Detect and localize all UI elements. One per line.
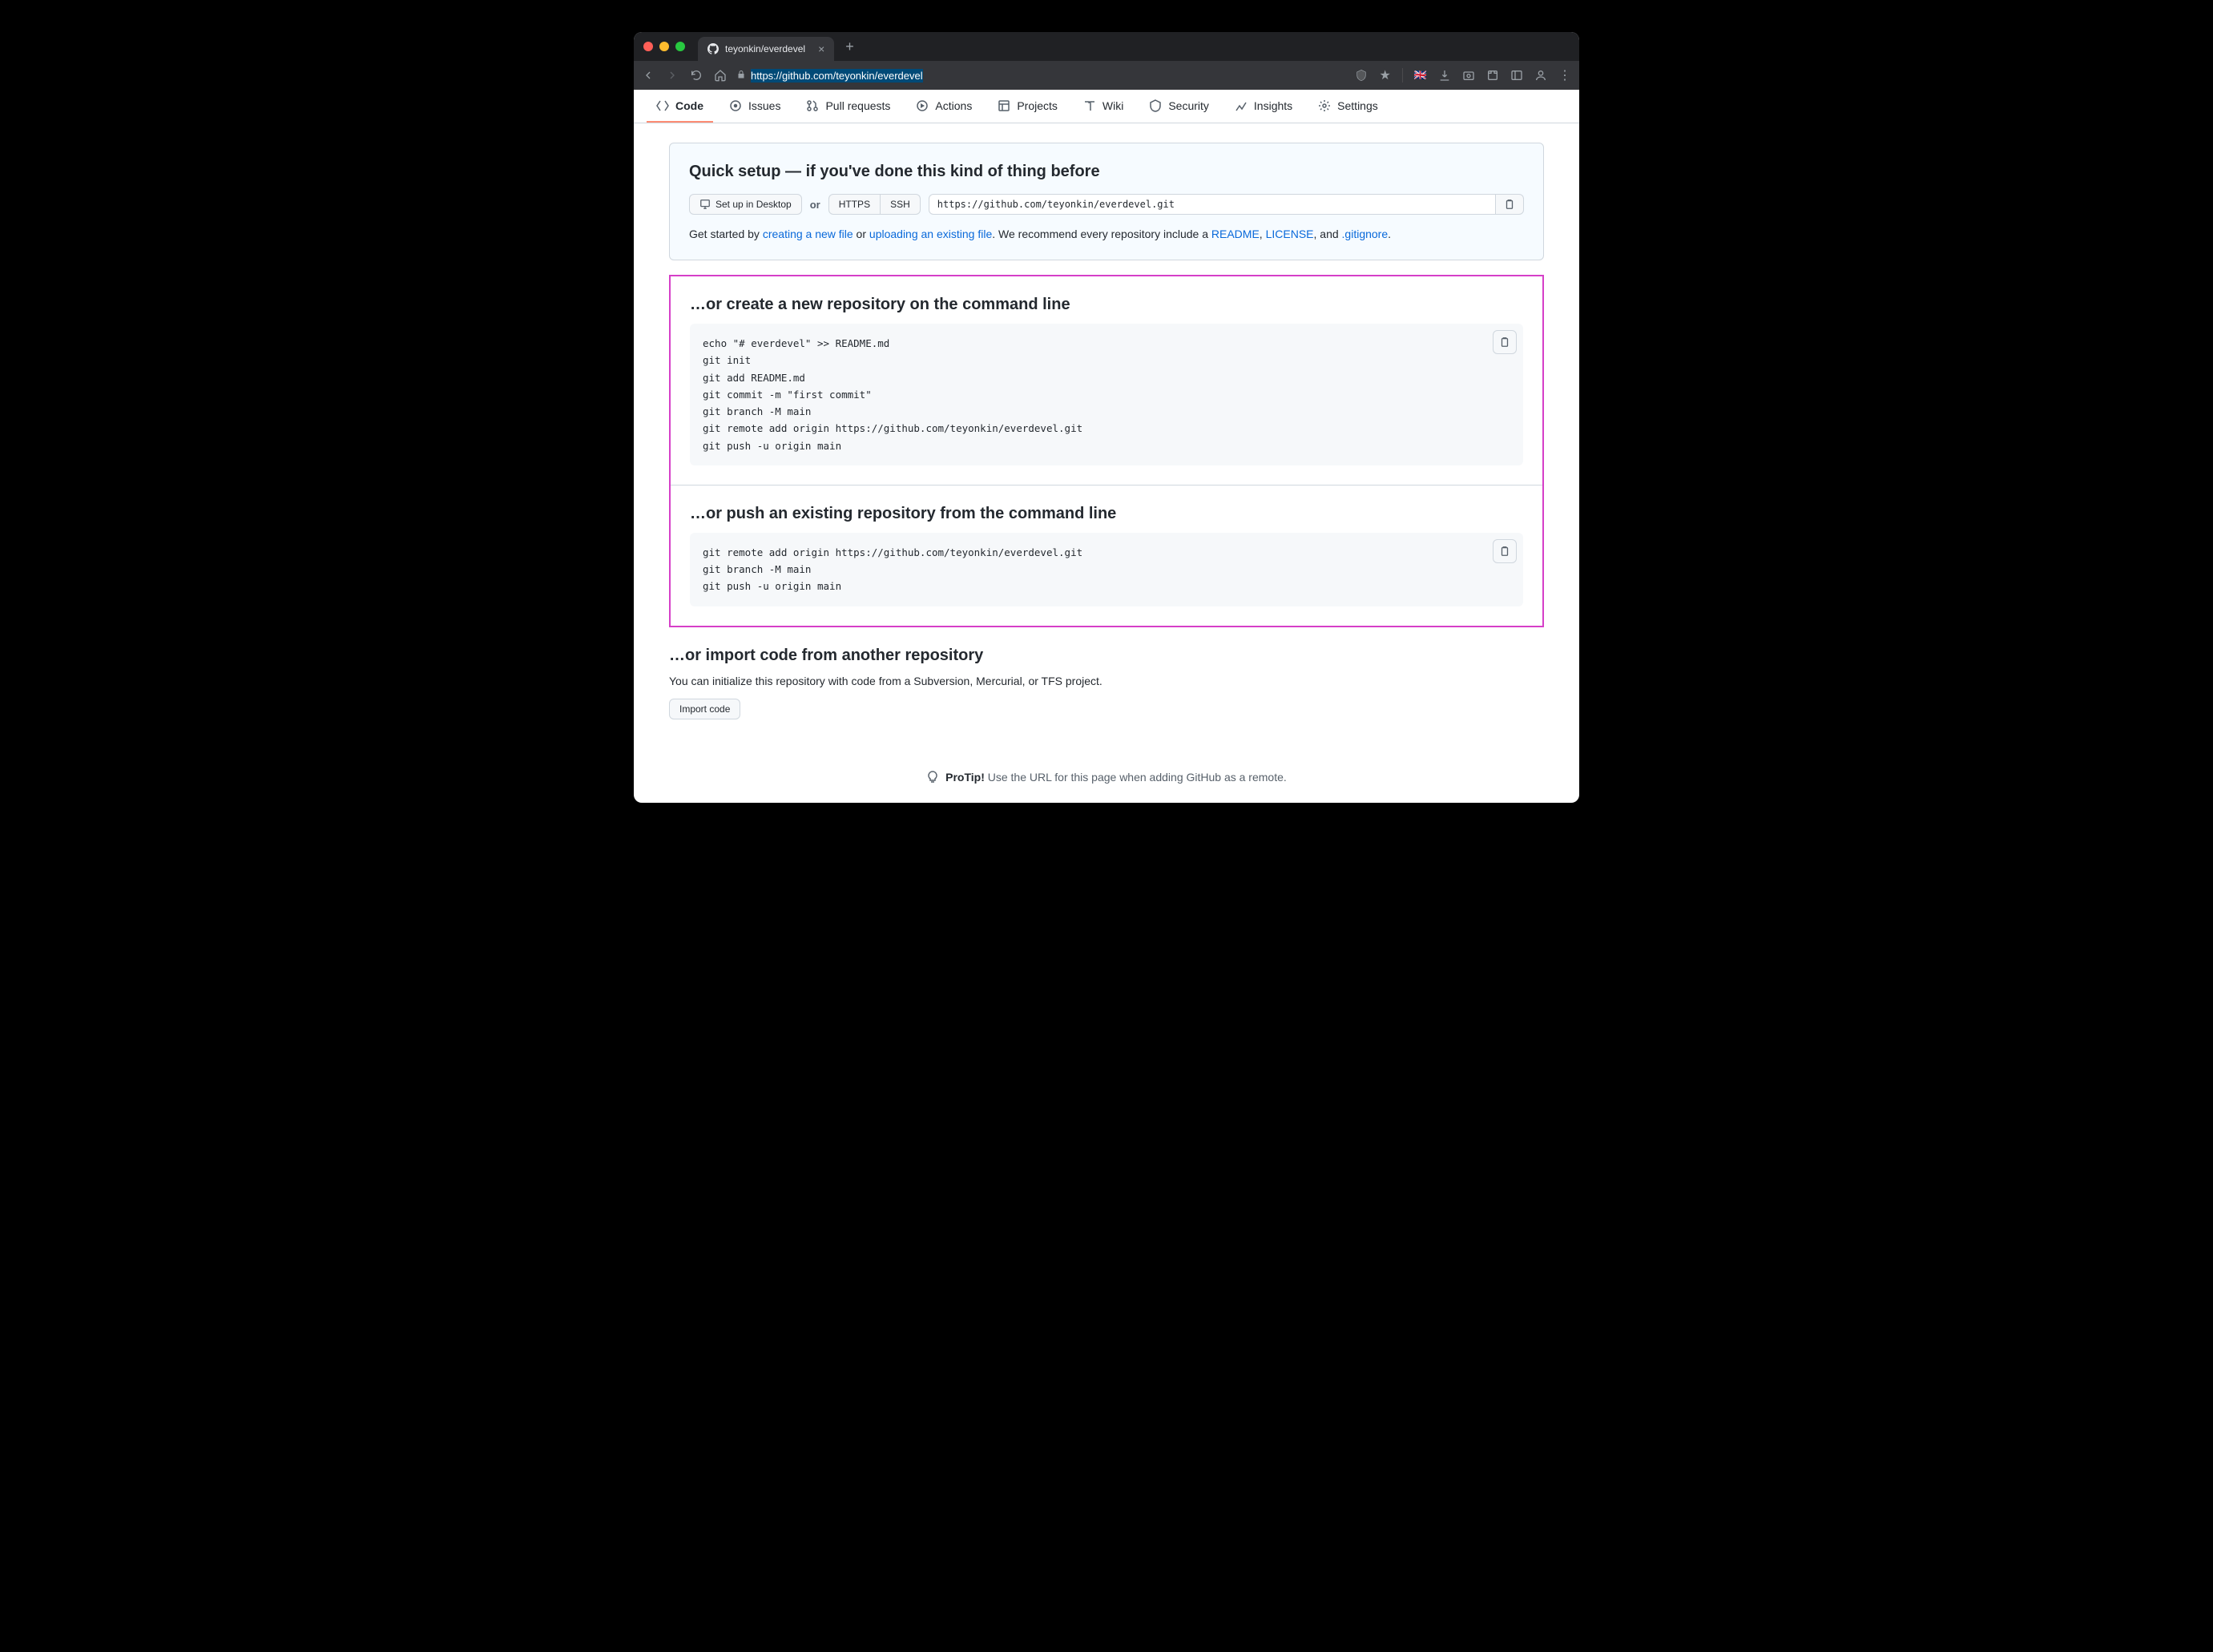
link-upload-file[interactable]: uploading an existing file <box>869 228 992 240</box>
browser-tab-active[interactable]: teyonkin/everdevel × <box>698 37 834 61</box>
tab-actions-label: Actions <box>935 99 972 112</box>
tab-code[interactable]: Code <box>647 90 713 123</box>
browser-window: teyonkin/everdevel × + https://github.co… <box>634 32 1579 803</box>
protip-text: Use the URL for this page when adding Gi… <box>985 771 1287 784</box>
tab-security[interactable]: Security <box>1139 90 1219 123</box>
tab-wiki-label: Wiki <box>1102 99 1123 112</box>
minimize-window-button[interactable] <box>659 42 669 51</box>
copy-url-button[interactable] <box>1496 194 1524 215</box>
tab-code-label: Code <box>675 99 703 112</box>
https-button[interactable]: HTTPS <box>828 194 881 215</box>
tab-title: teyonkin/everdevel <box>725 43 805 54</box>
extension-flag-icon[interactable]: 🇬🇧 <box>1414 69 1427 82</box>
reload-icon[interactable] <box>690 69 703 82</box>
quick-setup-help: Get started by creating a new file or up… <box>689 228 1524 240</box>
sidebar-icon[interactable] <box>1510 69 1523 82</box>
new-tab-button[interactable]: + <box>845 38 854 55</box>
copy-push-button[interactable] <box>1493 539 1517 563</box>
protocol-toggle: HTTPS SSH <box>828 194 921 215</box>
highlighted-sections: …or create a new repository on the comma… <box>669 275 1544 627</box>
repo-nav: Code Issues Pull requests Actions Projec… <box>634 90 1579 123</box>
extensions-icon[interactable] <box>1486 69 1499 82</box>
browser-toolbar: https://github.com/teyonkin/everdevel ★ … <box>634 61 1579 90</box>
home-icon[interactable] <box>714 69 727 82</box>
forward-icon[interactable] <box>666 69 679 82</box>
browser-tab-bar: teyonkin/everdevel × + <box>634 32 1579 61</box>
lock-icon <box>736 70 746 82</box>
tab-projects[interactable]: Projects <box>988 90 1067 123</box>
download-icon[interactable] <box>1438 69 1451 82</box>
tab-wiki[interactable]: Wiki <box>1074 90 1133 123</box>
clone-url-input[interactable] <box>929 194 1496 215</box>
section-create-title: …or create a new repository on the comma… <box>690 296 1523 314</box>
tab-security-label: Security <box>1168 99 1209 112</box>
tab-actions[interactable]: Actions <box>906 90 982 123</box>
clone-url-group <box>929 194 1524 215</box>
protip-label: ProTip! <box>945 771 985 784</box>
section-push: …or push an existing repository from the… <box>671 486 1542 626</box>
protip: ProTip! Use the URL for this page when a… <box>634 758 1579 803</box>
tab-settings[interactable]: Settings <box>1308 90 1388 123</box>
link-license[interactable]: LICENSE <box>1266 228 1314 240</box>
import-code-button[interactable]: Import code <box>669 699 740 719</box>
tab-pulls-label: Pull requests <box>825 99 890 112</box>
section-import: …or import code from another repository … <box>669 627 1544 739</box>
setup-desktop-label: Set up in Desktop <box>715 199 792 210</box>
tab-projects-label: Projects <box>1017 99 1058 112</box>
github-icon <box>707 43 719 54</box>
tab-pulls[interactable]: Pull requests <box>796 90 900 123</box>
profile-icon[interactable] <box>1534 69 1547 82</box>
menu-icon[interactable]: ⋮ <box>1558 67 1571 83</box>
clipboard-icon <box>1499 546 1510 557</box>
close-window-button[interactable] <box>643 42 653 51</box>
clipboard-icon <box>1499 336 1510 348</box>
tab-issues[interactable]: Issues <box>720 90 790 123</box>
ssh-button[interactable]: SSH <box>881 194 921 215</box>
create-code-block[interactable]: echo "# everdevel" >> README.md git init… <box>690 324 1523 465</box>
url-bar[interactable]: https://github.com/teyonkin/everdevel <box>736 69 1345 83</box>
screenshot-icon[interactable] <box>1462 69 1475 82</box>
shield-icon[interactable] <box>1355 69 1368 82</box>
page-content: Quick setup — if you've done this kind o… <box>650 123 1563 758</box>
or-text: or <box>810 199 820 211</box>
desktop-icon <box>699 199 711 210</box>
back-icon[interactable] <box>642 69 655 82</box>
tab-insights-label: Insights <box>1254 99 1292 112</box>
tab-issues-label: Issues <box>748 99 780 112</box>
section-push-title: …or push an existing repository from the… <box>690 505 1523 523</box>
close-tab-icon[interactable]: × <box>818 42 824 55</box>
tab-insights[interactable]: Insights <box>1225 90 1302 123</box>
url-text: https://github.com/teyonkin/everdevel <box>751 69 923 83</box>
link-gitignore[interactable]: .gitignore <box>1342 228 1389 240</box>
bookmark-star-icon[interactable]: ★ <box>1379 67 1390 83</box>
section-import-title: …or import code from another repository <box>669 647 1544 665</box>
quick-setup-box: Quick setup — if you've done this kind o… <box>669 143 1544 260</box>
push-code-block[interactable]: git remote add origin https://github.com… <box>690 533 1523 606</box>
quick-setup-title: Quick setup — if you've done this kind o… <box>689 163 1524 181</box>
tab-settings-label: Settings <box>1337 99 1378 112</box>
section-import-desc: You can initialize this repository with … <box>669 675 1544 687</box>
window-controls <box>643 42 685 51</box>
lightbulb-icon <box>926 771 939 784</box>
setup-desktop-button[interactable]: Set up in Desktop <box>689 194 802 215</box>
link-new-file[interactable]: creating a new file <box>763 228 853 240</box>
maximize-window-button[interactable] <box>675 42 685 51</box>
link-readme[interactable]: README <box>1211 228 1260 240</box>
section-create: …or create a new repository on the comma… <box>671 276 1542 486</box>
clipboard-icon <box>1504 199 1515 210</box>
copy-create-button[interactable] <box>1493 330 1517 354</box>
